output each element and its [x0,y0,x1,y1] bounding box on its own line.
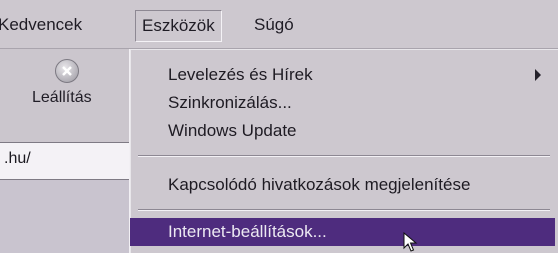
menu-item-show-related-links[interactable]: Kapcsolódó hivatkozások megjelenítése [130,171,555,199]
menu-item-internet-options[interactable]: Internet-beállítások... [130,218,555,246]
menu-bar: Kedvencek Eszközök Súgó [0,0,558,49]
menu-tools[interactable]: Eszközök [135,10,222,42]
menu-separator [138,209,550,211]
menu-item-label: Windows Update [168,121,297,140]
menu-favorites[interactable]: Kedvencek [0,10,88,40]
menu-separator [138,155,550,157]
address-field[interactable]: .hu/ [0,142,130,180]
menu-item-label: Internet-beállítások... [168,222,327,241]
menu-item-synchronize[interactable]: Szinkronizálás... [130,89,555,117]
menu-item-mail-news[interactable]: Levelezés és Hírek [130,61,555,89]
menu-item-windows-update[interactable]: Windows Update [130,117,555,145]
tools-dropdown-menu: Levelezés és Hírek Szinkronizálás... Win… [129,49,558,253]
menu-item-label: Szinkronizálás... [168,93,292,112]
stop-label[interactable]: Leállítás [32,89,92,107]
menu-item-label: Levelezés és Hírek [168,65,313,84]
mouse-cursor-icon [403,232,418,252]
submenu-arrow-icon [535,69,541,81]
address-text: .hu/ [4,150,31,167]
stop-button[interactable] [55,59,79,83]
menu-item-label: Kapcsolódó hivatkozások megjelenítése [168,175,471,194]
stop-icon [62,66,72,76]
menu-help[interactable]: Súgó [248,10,300,40]
toolbar: Leállítás [0,49,130,142]
